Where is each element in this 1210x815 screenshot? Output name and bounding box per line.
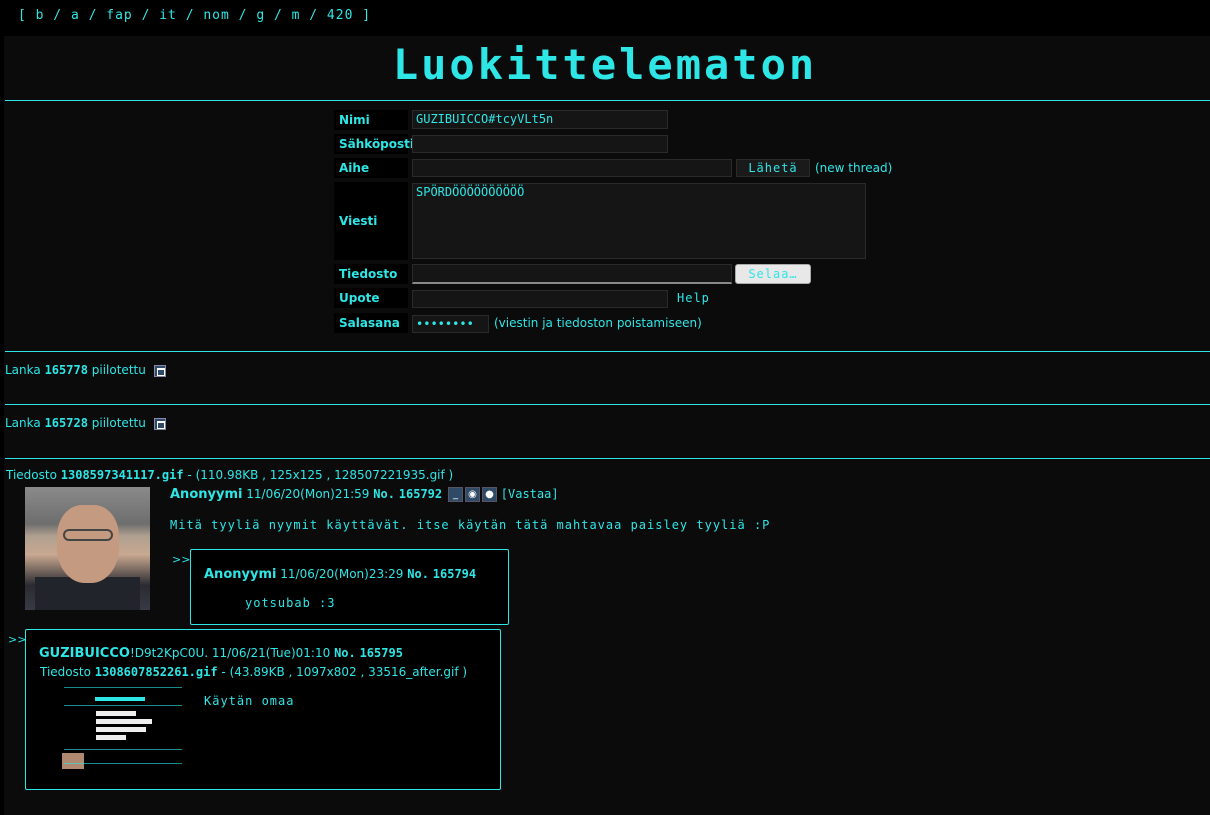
poster-name: Anonyymi bbox=[170, 487, 243, 502]
message-label: Viesti bbox=[334, 182, 408, 260]
reply-link[interactable]: [Vastaa] bbox=[501, 487, 559, 501]
post-number[interactable]: 165794 bbox=[433, 567, 476, 581]
poster-name: Anonyymi bbox=[204, 567, 277, 582]
hidden-thread-suffix: piilotettu bbox=[91, 416, 146, 430]
post-number[interactable]: 165795 bbox=[360, 646, 403, 660]
reply-message: yotsubab :3 bbox=[245, 596, 336, 610]
post-date: 11/06/21(Tue)01:10 bbox=[211, 646, 331, 660]
reply-post: Anonyymi 11/06/20(Mon)23:29 No. 165794 y… bbox=[190, 549, 509, 625]
board-title: Luokittelematon bbox=[392, 40, 818, 89]
post-no-label[interactable]: No. bbox=[407, 567, 429, 581]
reply-arrow: >> bbox=[8, 633, 27, 646]
file-link[interactable]: 1308607852261.gif bbox=[95, 665, 218, 679]
op-thumbnail[interactable] bbox=[25, 487, 150, 610]
thread-number[interactable]: 165778 bbox=[45, 363, 88, 377]
message-textarea[interactable]: SPÖRDÖÖÖÖÖÖÖÖÖÖ bbox=[412, 183, 866, 259]
email-label: Sähköposti bbox=[334, 134, 414, 154]
hidden-thread: Lanka 165778 piilotettu bbox=[5, 363, 166, 377]
left-edge bbox=[0, 0, 4, 815]
password-label: Salasana bbox=[334, 313, 408, 333]
unhide-icon[interactable] bbox=[153, 417, 166, 430]
embed-input[interactable] bbox=[412, 290, 668, 308]
submit-button[interactable]: Lähetä bbox=[736, 159, 810, 177]
embed-label: Upote bbox=[334, 288, 408, 308]
file-meta: - (43.89KB , 1097x802 , 33516_after.gif … bbox=[221, 665, 468, 679]
name-input[interactable]: GUZIBUICCO#tcyVLt5n bbox=[412, 110, 668, 129]
file-link[interactable]: 1308597341117.gif bbox=[61, 468, 184, 482]
hidden-thread-prefix: Lanka bbox=[5, 363, 41, 377]
hidden-thread-prefix: Lanka bbox=[5, 416, 41, 430]
board-nav[interactable]: [ b / a / fap / it / nom / g / m / 420 ] bbox=[18, 8, 371, 23]
op-header: Anonyymi 11/06/20(Mon)21:59 No. 165792 _… bbox=[170, 487, 559, 502]
top-bar: [ b / a / fap / it / nom / g / m / 420 ] bbox=[0, 0, 1210, 36]
op-message: Mitä tyyliä nyymit käyttävät. itse käytä… bbox=[170, 518, 771, 532]
name-label: Nimi bbox=[334, 110, 408, 130]
subject-label: Aihe bbox=[334, 158, 408, 178]
op-file-info: Tiedosto 1308597341117.gif - (110.98KB ,… bbox=[6, 468, 453, 482]
tripcode: !D9t2KpC0U. bbox=[129, 646, 209, 660]
post-date: 11/06/20(Mon)21:59 bbox=[246, 487, 370, 501]
post-no-label[interactable]: No. bbox=[334, 646, 356, 660]
divider bbox=[5, 100, 1210, 101]
file-prefix: Tiedosto bbox=[6, 468, 57, 482]
post-number[interactable]: 165792 bbox=[399, 487, 442, 501]
hidden-thread-suffix: piilotettu bbox=[91, 363, 146, 377]
thread-number[interactable]: 165728 bbox=[45, 416, 88, 430]
reply-message: Käytän omaa bbox=[204, 694, 295, 708]
speech-bubble-icon[interactable]: ● bbox=[481, 487, 497, 502]
email-input[interactable] bbox=[412, 135, 668, 153]
file-input[interactable] bbox=[412, 264, 732, 284]
reply-arrow: >> bbox=[172, 553, 191, 566]
subject-input[interactable] bbox=[412, 159, 732, 177]
post-date: 11/06/20(Mon)23:29 bbox=[280, 567, 404, 581]
file-label: Tiedosto bbox=[334, 264, 408, 284]
reply-thumbnail[interactable] bbox=[60, 683, 187, 775]
divider bbox=[5, 351, 1210, 352]
unhide-icon[interactable] bbox=[153, 364, 166, 377]
divider bbox=[5, 458, 1210, 459]
submit-note: (new thread) bbox=[815, 161, 893, 175]
file-prefix: Tiedosto bbox=[40, 665, 91, 679]
divider bbox=[5, 404, 1210, 405]
reply-post: GUZIBUICCO!D9t2KpC0U. 11/06/21(Tue)01:10… bbox=[25, 629, 501, 790]
password-input[interactable]: •••••••• bbox=[412, 315, 489, 333]
help-link[interactable]: Help bbox=[677, 291, 710, 305]
hide-icon[interactable]: _ bbox=[447, 487, 463, 502]
post-no-label[interactable]: No. bbox=[373, 487, 395, 501]
browse-button[interactable]: Selaa… bbox=[735, 264, 811, 284]
poster-name: GUZIBUICCO bbox=[39, 646, 130, 661]
file-meta: - (110.98KB , 125x125 , 128507221935.gif… bbox=[187, 468, 454, 482]
eye-icon[interactable]: ◉ bbox=[464, 487, 480, 502]
hidden-thread: Lanka 165728 piilotettu bbox=[5, 416, 166, 430]
password-note: (viestin ja tiedoston poistamiseen) bbox=[494, 316, 702, 330]
